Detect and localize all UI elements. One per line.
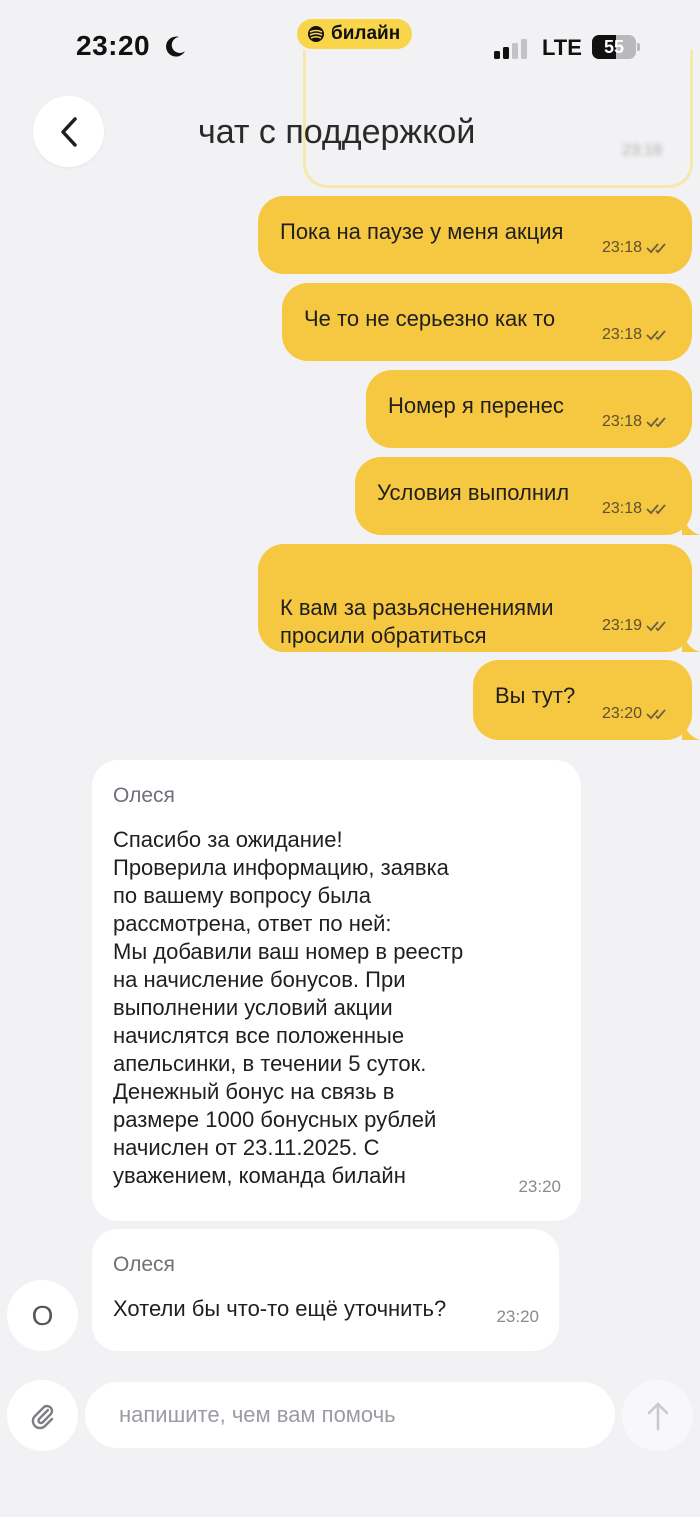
carrier-name: билайн	[331, 23, 401, 44]
message-time: 23:18	[601, 326, 642, 343]
read-receipt-icon	[646, 243, 666, 254]
outgoing-message[interactable]: Номер я перенес 23:18	[366, 370, 692, 448]
bubble-tail	[682, 513, 700, 535]
message-time: 23:20	[601, 705, 642, 722]
read-receipt-icon	[646, 417, 666, 428]
message-time: 23:20	[496, 1307, 539, 1326]
beeline-logo-icon	[308, 26, 324, 42]
page-title: чат с поддержкой	[198, 113, 476, 151]
bubble-tail	[682, 630, 700, 652]
outgoing-message[interactable]: К вам за разьясненениями просили обратит…	[258, 544, 700, 652]
message-text: Спасибо за ожидание! Проверила информаци…	[113, 827, 464, 1188]
status-time: 23:20	[76, 30, 151, 61]
outgoing-message[interactable]: Вы тут? 23:20	[473, 660, 700, 740]
message-time: 23:18	[601, 239, 642, 256]
outgoing-message[interactable]: Условия выполнил 23:18	[355, 457, 700, 535]
arrow-up-icon	[647, 1402, 668, 1430]
moon-icon	[166, 36, 185, 57]
message-time: 23:19	[601, 617, 642, 634]
read-receipt-icon	[646, 709, 666, 720]
paperclip-icon	[31, 1404, 53, 1429]
scrolled-message-time: 23:18	[621, 142, 663, 159]
message-time: 23:18	[601, 413, 642, 430]
send-button[interactable]	[622, 1380, 693, 1451]
outgoing-message[interactable]: Пока на паузе у меня акция 23:18	[258, 196, 692, 274]
bubble-tail	[682, 718, 700, 740]
sender-name: Олеся	[113, 784, 175, 807]
sender-name: Олеся	[113, 1253, 175, 1276]
carrier-badge: билайн	[297, 19, 413, 49]
message-time: 23:20	[518, 1177, 561, 1196]
read-receipt-icon	[646, 330, 666, 341]
read-receipt-icon	[646, 504, 666, 515]
agent-avatar: О	[7, 1280, 78, 1351]
incoming-message[interactable]: Олеся Хотели бы что-то ещё уточнить? 23:…	[92, 1229, 559, 1351]
attach-button[interactable]	[7, 1380, 78, 1451]
incoming-message[interactable]: Олеся Спасибо за ожидание! Проверила инф…	[92, 760, 581, 1221]
chevron-left-icon	[60, 116, 77, 147]
message-text: Хотели бы что-то ещё уточнить?	[113, 1296, 447, 1321]
chat-screen: 23:20 билайн LTE 55 23:18 чат с поддержк…	[0, 0, 700, 1517]
read-receipt-icon	[646, 621, 666, 632]
back-button[interactable]	[33, 96, 104, 167]
message-time: 23:18	[601, 500, 642, 517]
message-input[interactable]	[85, 1382, 615, 1448]
outgoing-message[interactable]: Че то не серьезно как то 23:18	[282, 283, 692, 361]
message-composer	[0, 1362, 700, 1517]
